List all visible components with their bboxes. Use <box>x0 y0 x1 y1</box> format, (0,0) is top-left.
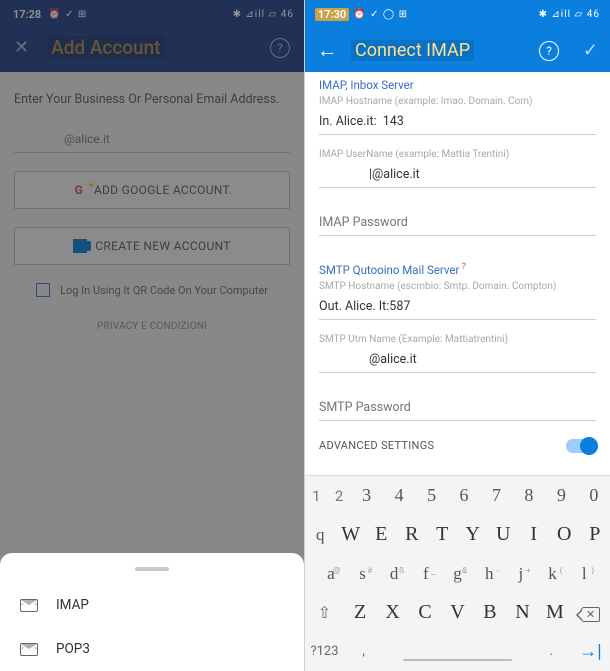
confirm-check-icon[interactable]: ✓ <box>583 40 598 61</box>
key-4[interactable]: 4 <box>383 485 415 506</box>
mail-icon <box>20 643 38 656</box>
sheet-item-imap[interactable]: IMAP <box>0 583 304 627</box>
status-left-icons: ⏰ ✓ ◯ ⊞ <box>353 9 408 20</box>
key-u[interactable]: U <box>488 523 519 546</box>
key-3[interactable]: 3 <box>350 485 382 506</box>
smtp-password-input[interactable] <box>319 395 596 421</box>
key-9[interactable]: 9 <box>545 485 577 506</box>
key-n[interactable]: N <box>506 601 538 624</box>
smtp-hostname-input[interactable] <box>319 294 596 320</box>
period-key[interactable]: . <box>532 644 571 659</box>
imap-hostname-input[interactable] <box>319 109 596 135</box>
key-q[interactable]: q <box>305 525 336 545</box>
page-title: Connect IMAP <box>351 40 474 61</box>
key-l[interactable]: l) <box>568 564 600 584</box>
smtp-username-input[interactable] <box>319 347 596 373</box>
key-row-3: ⇧ ZXCVBNM✕ <box>305 593 610 632</box>
imap-password-input[interactable] <box>319 210 596 236</box>
key-t[interactable]: T <box>427 523 458 546</box>
key-m[interactable]: M <box>539 601 571 624</box>
key-0[interactable]: 0 <box>578 485 610 506</box>
key-e[interactable]: E <box>366 523 397 546</box>
key-k[interactable]: k( <box>537 564 569 584</box>
shift-key[interactable]: ⇧ <box>305 603 344 622</box>
key-x[interactable]: X <box>376 601 408 624</box>
key-7[interactable]: 7 <box>480 485 512 506</box>
help-icon[interactable]: ? <box>539 41 559 61</box>
key-c[interactable]: C <box>409 601 441 624</box>
smtp-host-hint: SMTP Hostname (escmbio: Smtp. Domain. Co… <box>319 281 596 292</box>
sheet-item-pop3[interactable]: POP3 <box>0 627 304 671</box>
advanced-settings-toggle[interactable] <box>566 439 596 453</box>
smtp-user-hint: SMTP Utm Name (Example: Mattiatrentini) <box>319 334 596 345</box>
smtp-section-label: SMTP Qutooino Mail Server <box>319 262 596 277</box>
key-y[interactable]: Y <box>458 523 489 546</box>
key-z[interactable]: Z <box>344 601 376 624</box>
key-i[interactable]: I <box>519 523 550 546</box>
back-arrow-icon[interactable]: ← <box>317 38 337 63</box>
status-right-icons: ✱ ⊿ill ▱ 46 <box>539 9 600 20</box>
comma-key[interactable]: , <box>344 644 383 659</box>
imap-username-input[interactable] <box>319 162 596 188</box>
key-s[interactable]: s# <box>347 564 379 584</box>
key-8[interactable]: 8 <box>513 485 545 506</box>
key-o[interactable]: O <box>549 523 580 546</box>
key-j[interactable]: j+ <box>505 564 537 584</box>
key-5[interactable]: 5 <box>415 485 447 506</box>
key-6[interactable]: 6 <box>448 485 480 506</box>
imap-user-hint: IMAP UserName (example: Mattia Trentini) <box>319 149 596 160</box>
right-app-header: 17:30 ⏰ ✓ ◯ ⊞ ✱ ⊿ill ▱ 46 ← Connect IMAP… <box>305 0 610 72</box>
key-row-numbers: 1234567890 <box>305 476 610 515</box>
key-h[interactable]: h- <box>473 564 505 584</box>
sheet-handle[interactable] <box>135 567 169 571</box>
key-g[interactable]: g& <box>442 564 474 584</box>
key-b[interactable]: B <box>474 601 506 624</box>
sheet-imap-label: IMAP <box>56 597 89 613</box>
next-key[interactable]: →| <box>571 641 610 662</box>
status-bar: 17:30 ⏰ ✓ ◯ ⊞ ✱ ⊿ill ▱ 46 <box>305 0 610 28</box>
space-key[interactable] <box>389 639 526 665</box>
sheet-pop3-label: POP3 <box>56 641 90 657</box>
imap-section-label: IMAP, Inbox Server <box>319 78 596 92</box>
backspace-key[interactable]: ✕ <box>571 603 610 622</box>
key-row-1: qWERTYUIOP <box>305 515 610 554</box>
key-2[interactable]: 2 <box>328 487 351 505</box>
imap-host-hint: IMAP Hostname (example: Imao. Domain. Co… <box>319 96 596 107</box>
symbols-key[interactable]: ?123 <box>305 644 344 659</box>
key-row-2: a@s#dßf_g&h-j+k(l) <box>305 554 610 593</box>
key-f[interactable]: f_ <box>410 564 442 584</box>
soft-keyboard: 1234567890 qWERTYUIOP a@s#dßf_g&h-j+k(l)… <box>305 475 610 671</box>
key-1[interactable]: 1 <box>305 487 328 505</box>
mail-icon <box>20 599 38 612</box>
account-type-sheet: IMAP POP3 <box>0 553 304 671</box>
status-time: 17:30 <box>315 8 349 21</box>
key-d[interactable]: dß <box>378 564 410 584</box>
advanced-settings-label: ADVANCED SETTINGS <box>319 439 434 452</box>
key-p[interactable]: P <box>580 523 610 546</box>
key-v[interactable]: V <box>441 601 473 624</box>
key-w[interactable]: W <box>336 523 367 546</box>
key-r[interactable]: R <box>397 523 428 546</box>
key-a[interactable]: a@ <box>315 564 347 584</box>
